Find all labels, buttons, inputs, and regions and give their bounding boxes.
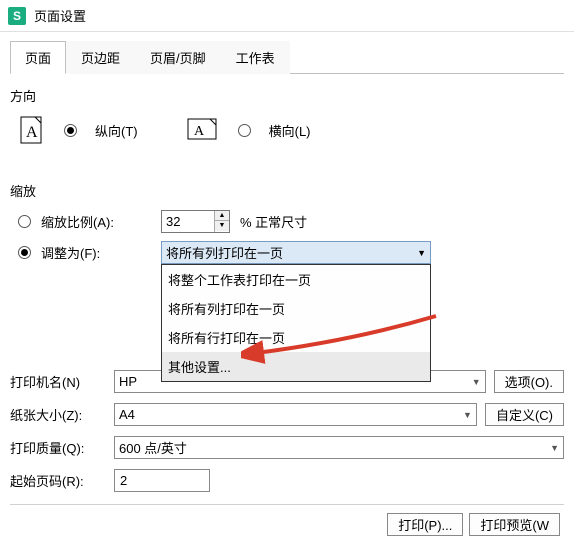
svg-text:A: A [26, 124, 38, 141]
printer-value: HP [119, 374, 137, 389]
printer-options-button[interactable]: 选项(O). [494, 370, 564, 393]
scale-ratio-input[interactable] [162, 211, 214, 232]
paper-custom-button[interactable]: 自定义(C) [485, 403, 564, 426]
fit-option[interactable]: 将整个工作表打印在一页 [162, 265, 430, 294]
footer-bar: 打印(P)... 打印预览(W [10, 504, 564, 544]
fit-dropdown-list: 将整个工作表打印在一页将所有列打印在一页将所有行打印在一页其他设置... [161, 264, 431, 382]
fit-option[interactable]: 其他设置... [162, 352, 430, 381]
print-button[interactable]: 打印(P)... [387, 513, 463, 536]
fit-option[interactable]: 将所有行打印在一页 [162, 323, 430, 352]
quality-select[interactable]: 600 点/英寸 ▼ [114, 436, 564, 459]
quality-label: 打印质量(Q): [10, 438, 106, 457]
window-title: 页面设置 [34, 6, 86, 25]
preview-button[interactable]: 打印预览(W [469, 513, 560, 536]
chevron-down-icon: ▼ [550, 443, 559, 453]
tab-sheet[interactable]: 工作表 [221, 41, 290, 74]
tab-page[interactable]: 页面 [10, 41, 66, 74]
scale-ratio-radio[interactable] [18, 215, 31, 228]
content-area: 页面 页边距 页眉/页脚 工作表 方向 A 纵向(T) A 横向(L) 缩放 缩… [0, 32, 574, 544]
tab-header-footer[interactable]: 页眉/页脚 [135, 41, 221, 74]
portrait-radio[interactable] [64, 124, 77, 137]
app-icon: S [8, 7, 26, 25]
fit-dropdown-value: 将所有列打印在一页 [166, 243, 283, 262]
spinner-up[interactable]: ▲ [215, 211, 229, 221]
spinner-down[interactable]: ▼ [215, 221, 229, 231]
quality-value: 600 点/英寸 [119, 438, 187, 457]
scaling-label: 缩放 [10, 181, 564, 200]
paper-label: 纸张大小(Z): [10, 405, 106, 424]
chevron-down-icon: ▼ [463, 410, 472, 420]
scale-ratio-row: 缩放比例(A): ▲ ▼ % 正常尺寸 [18, 210, 564, 233]
printer-label: 打印机名(N) [10, 372, 106, 391]
paper-row: 纸张大小(Z): A4 ▼ 自定义(C) [10, 403, 564, 426]
startpage-input[interactable] [114, 469, 210, 492]
scale-ratio-spinner[interactable]: ▲ ▼ [161, 210, 230, 233]
svg-text:A: A [194, 124, 205, 139]
landscape-text: 横向(L) [269, 121, 311, 140]
scale-fit-label: 调整为(F): [41, 243, 151, 262]
startpage-label: 起始页码(R): [10, 471, 106, 490]
scale-fit-radio[interactable] [18, 246, 31, 259]
scale-ratio-label: 缩放比例(A): [41, 212, 151, 231]
title-bar: S 页面设置 [0, 0, 574, 32]
tab-margins[interactable]: 页边距 [66, 41, 135, 74]
fit-option[interactable]: 将所有列打印在一页 [162, 294, 430, 323]
paper-select[interactable]: A4 ▼ [114, 403, 477, 426]
landscape-radio[interactable] [238, 124, 251, 137]
portrait-icon: A [18, 115, 46, 145]
scale-fit-row: 调整为(F): 将所有列打印在一页 ▼ 将整个工作表打印在一页将所有列打印在一页… [18, 241, 564, 264]
fit-dropdown-wrap: 将所有列打印在一页 ▼ 将整个工作表打印在一页将所有列打印在一页将所有行打印在一… [161, 241, 431, 264]
orientation-label: 方向 [10, 86, 564, 105]
tab-bar: 页面 页边距 页眉/页脚 工作表 [10, 40, 564, 74]
lower-form: 打印机名(N) HP ▼ 选项(O). 纸张大小(Z): A4 ▼ 自定义(C)… [10, 370, 564, 492]
quality-row: 打印质量(Q): 600 点/英寸 ▼ [10, 436, 564, 459]
portrait-text: 纵向(T) [95, 121, 138, 140]
chevron-down-icon: ▼ [417, 248, 426, 258]
paper-value: A4 [119, 407, 135, 422]
orientation-row: A 纵向(T) A 横向(L) [18, 115, 564, 145]
startpage-row: 起始页码(R): [10, 469, 564, 492]
fit-dropdown[interactable]: 将所有列打印在一页 ▼ [161, 241, 431, 264]
scale-ratio-suffix: % 正常尺寸 [240, 212, 307, 231]
chevron-down-icon: ▼ [472, 377, 481, 387]
landscape-icon: A [186, 116, 220, 144]
